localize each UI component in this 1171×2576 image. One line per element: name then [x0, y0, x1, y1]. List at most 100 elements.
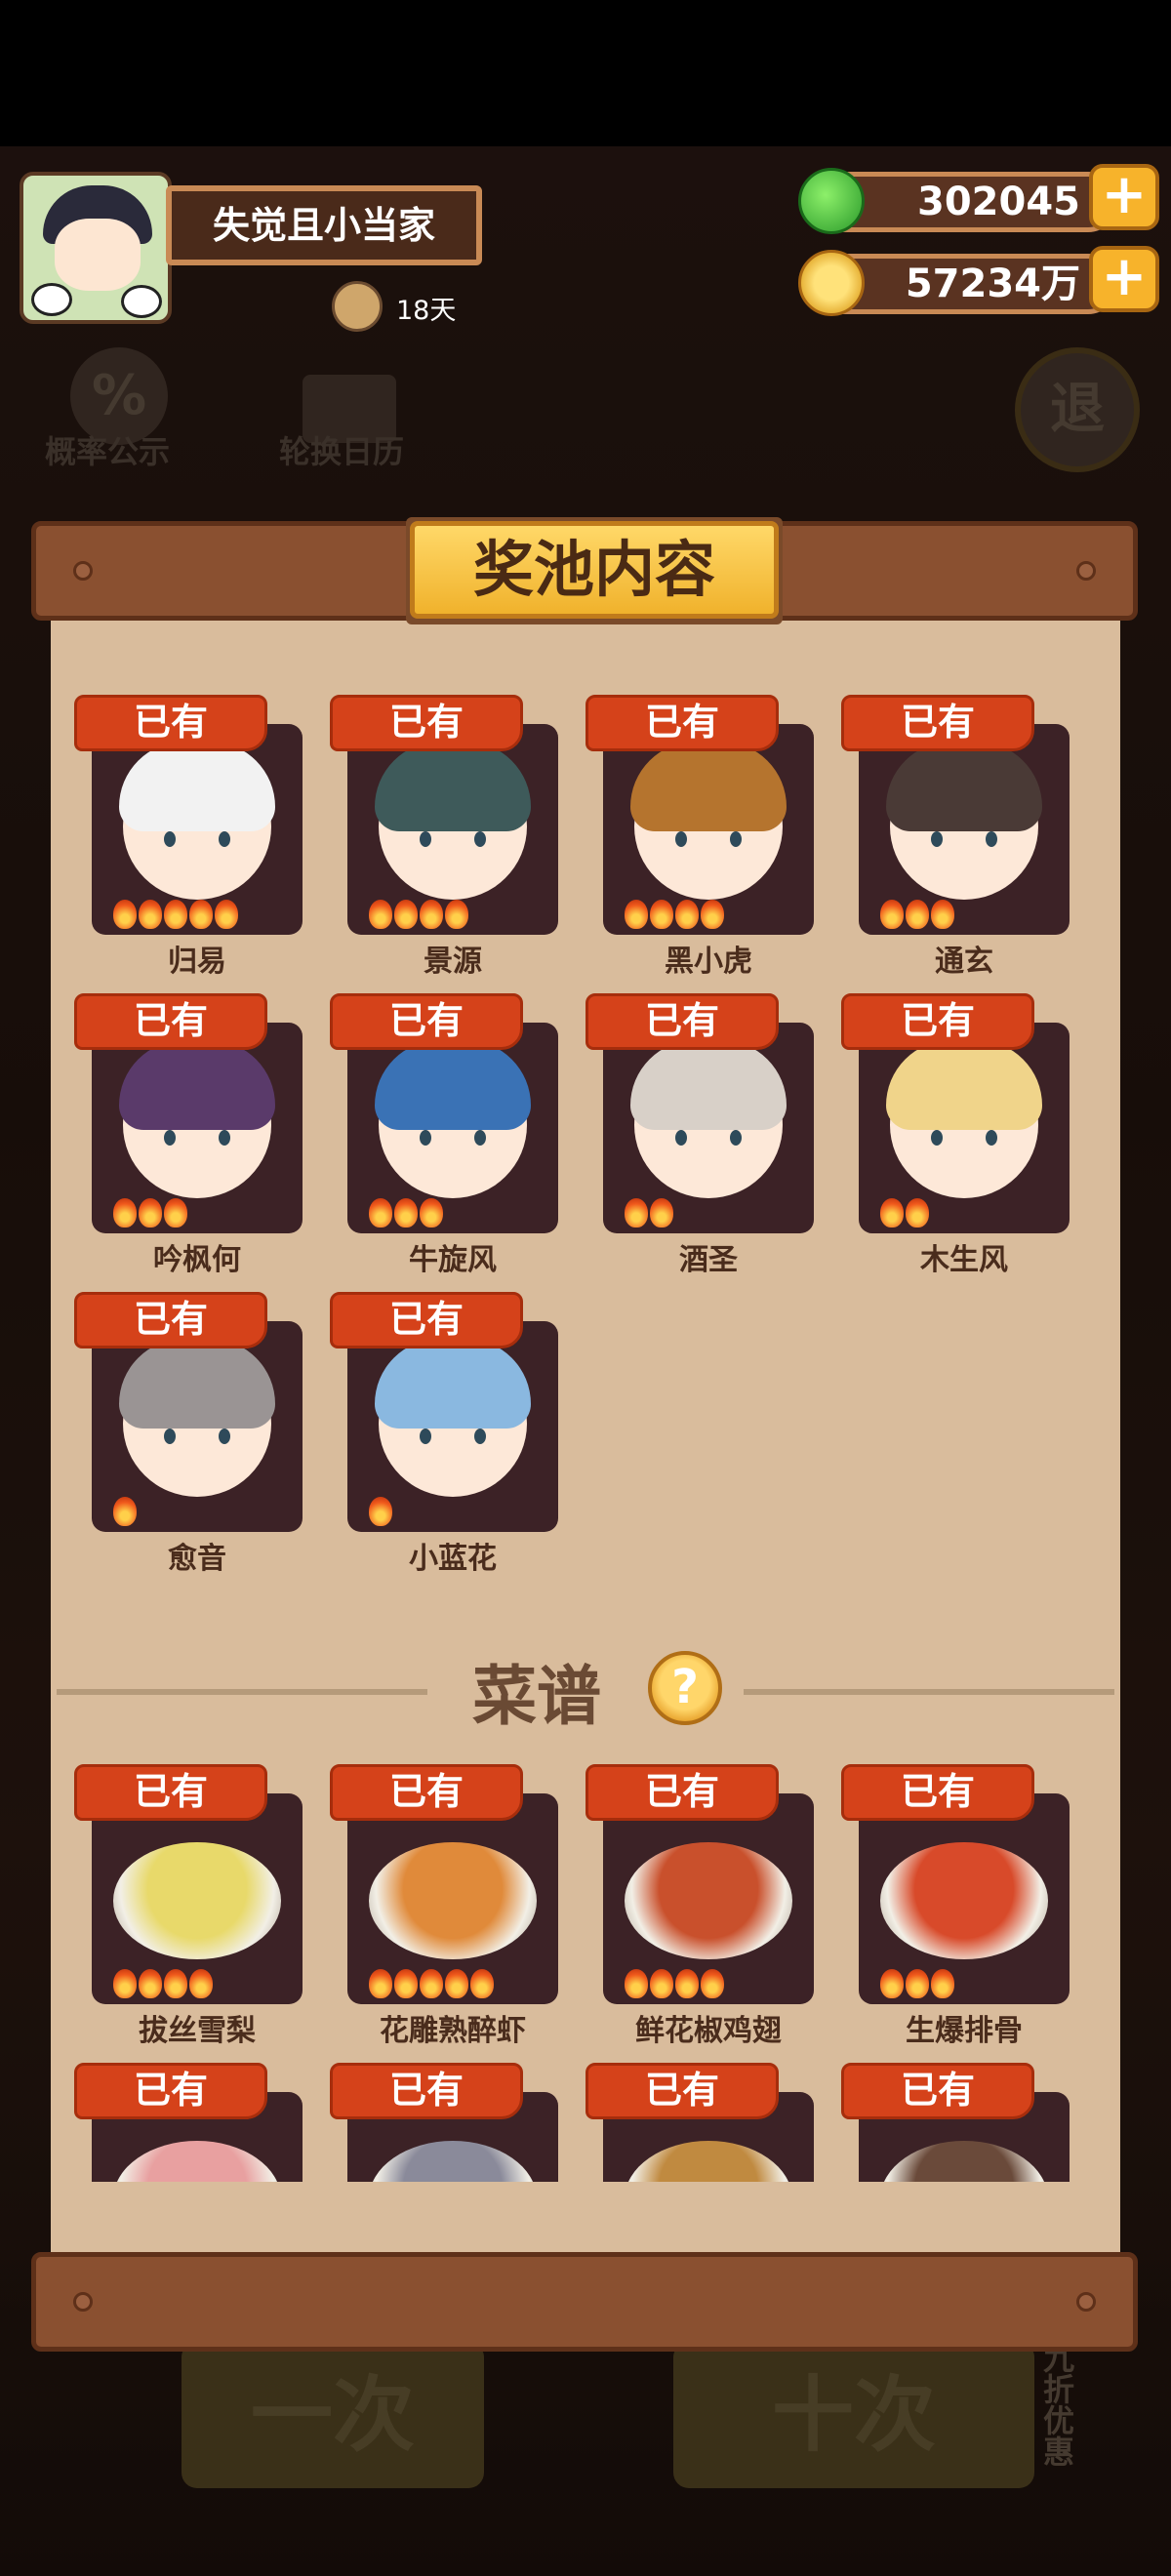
recipe-card[interactable]: 已有: [586, 2063, 814, 2182]
dish-image: [113, 2141, 281, 2182]
owned-badge: 已有: [841, 993, 1034, 1050]
recipe-card[interactable]: 已有 花雕熟醉虾: [330, 1764, 558, 2048]
flame-icon: [625, 900, 648, 929]
recipe-section-title: 菜谱: [472, 1659, 601, 1734]
character-card[interactable]: 已有 愈音: [74, 1292, 303, 1576]
character-portrait: [347, 724, 558, 935]
flame-icon: [369, 1198, 392, 1228]
add-jade-button[interactable]: +: [1089, 164, 1159, 230]
owned-badge: 已有: [74, 695, 267, 751]
eye: [164, 1429, 176, 1444]
character-card[interactable]: 已有 吟枫何: [74, 993, 303, 1277]
character-hair: [119, 1339, 275, 1429]
eye: [730, 1130, 742, 1146]
rarity-flames: [369, 900, 468, 929]
character-name: 愈音: [168, 1542, 226, 1576]
rarity-flames: [880, 1969, 954, 1998]
flame-icon: [625, 1198, 648, 1228]
eye: [219, 831, 230, 847]
character-card[interactable]: 已有 通玄: [841, 695, 1070, 979]
recipe-divider-right: [744, 1689, 1114, 1695]
flame-icon: [701, 900, 724, 929]
panel-bottom-board[interactable]: [31, 2252, 1138, 2352]
recipe-card[interactable]: 已有 拔丝雪梨: [74, 1764, 303, 2048]
character-card[interactable]: 已有 小蓝花: [330, 1292, 558, 1576]
flame-icon: [675, 900, 699, 929]
character-name: 小蓝花: [409, 1542, 497, 1576]
eye: [474, 1429, 486, 1444]
character-name: 归易: [168, 945, 226, 979]
recipe-name: 拔丝雪梨: [139, 2014, 256, 2048]
flame-icon: [701, 1969, 724, 1998]
dish-image: [369, 2141, 537, 2182]
recipe-card[interactable]: 已有生爆排骨: [841, 1764, 1070, 2048]
flame-icon: [139, 900, 162, 929]
flame-icon: [139, 1969, 162, 1998]
character-card[interactable]: 已有 酒圣: [586, 993, 814, 1277]
flame-icon: [445, 1969, 468, 1998]
rarity-flames: [625, 1198, 673, 1228]
rarity-flames: [880, 1198, 929, 1228]
character-portrait: [603, 724, 814, 935]
flame-icon: [394, 1969, 418, 1998]
character-portrait: [92, 1023, 303, 1233]
bolt-icon: [1076, 2292, 1096, 2312]
flame-icon: [420, 1198, 443, 1228]
owned-badge: 已有: [841, 1764, 1034, 1821]
character-name: 黑小虎: [665, 945, 752, 979]
jade-coin-icon: [798, 168, 865, 234]
prize-pool-scroll[interactable]: 已有 归易 已有 景源 已有 黑小虎 已有 通玄 已有 吟枫何 已有 牛旋风 已有 酒圣 已有 木生风 已有 愈音…: [51, 617, 1120, 2182]
flame-icon: [164, 1198, 187, 1228]
flame-icon: [369, 1497, 392, 1526]
character-portrait: [347, 1023, 558, 1233]
recipe-card[interactable]: 已有: [841, 2063, 1070, 2182]
rarity-flames: [113, 1969, 213, 1998]
add-coin-button[interactable]: +: [1089, 246, 1159, 312]
recipe-name: 生爆排骨: [906, 2014, 1023, 2048]
recipe-card[interactable]: 已有: [330, 2063, 558, 2182]
flame-icon: [906, 1198, 929, 1228]
owned-badge: 已有: [841, 695, 1034, 751]
flame-icon: [139, 1198, 162, 1228]
character-card[interactable]: 已有 景源: [330, 695, 558, 979]
owned-badge: 已有: [586, 1764, 779, 1821]
flame-icon: [394, 900, 418, 929]
flame-icon: [369, 900, 392, 929]
question-icon[interactable]: ?: [648, 1651, 722, 1725]
flame-icon: [189, 900, 213, 929]
gold-coin-icon: [798, 250, 865, 316]
eye: [420, 1130, 431, 1146]
owned-badge: 已有: [841, 2063, 1034, 2119]
eye: [675, 1130, 687, 1146]
character-card[interactable]: 已有木生风: [841, 993, 1070, 1277]
character-card[interactable]: 已有牛旋风: [330, 993, 558, 1277]
recipe-portrait: [347, 1793, 558, 2004]
dish-image: [625, 2141, 792, 2182]
flame-icon: [164, 1969, 187, 1998]
character-hair: [375, 742, 531, 831]
owned-badge: 已有: [586, 695, 779, 751]
recipe-card[interactable]: 已有 鲜花椒鸡翅: [586, 1764, 814, 2048]
rarity-flames: [113, 1198, 187, 1228]
panda-icon: [31, 283, 72, 316]
flame-icon: [906, 1969, 929, 1998]
rarity-flames: [113, 1497, 137, 1526]
flame-icon: [394, 1198, 418, 1228]
eye: [931, 1130, 943, 1146]
bolt-icon: [1076, 561, 1096, 581]
player-avatar[interactable]: [20, 172, 172, 324]
character-hair: [886, 742, 1042, 831]
flame-icon: [931, 1969, 954, 1998]
character-card[interactable]: 已有黑小虎: [586, 695, 814, 979]
eye: [219, 1429, 230, 1444]
recipe-card[interactable]: 已有: [74, 2063, 303, 2182]
dish-image: [369, 1842, 537, 1959]
owned-badge: 已有: [330, 993, 523, 1050]
character-card[interactable]: 已有归易: [74, 695, 303, 979]
character-name: 木生风: [920, 1243, 1008, 1277]
character-name: 牛旋风: [409, 1243, 497, 1277]
rarity-flames: [113, 900, 238, 929]
days-count: 18天: [396, 296, 457, 326]
eye: [730, 831, 742, 847]
flame-icon: [215, 900, 238, 929]
